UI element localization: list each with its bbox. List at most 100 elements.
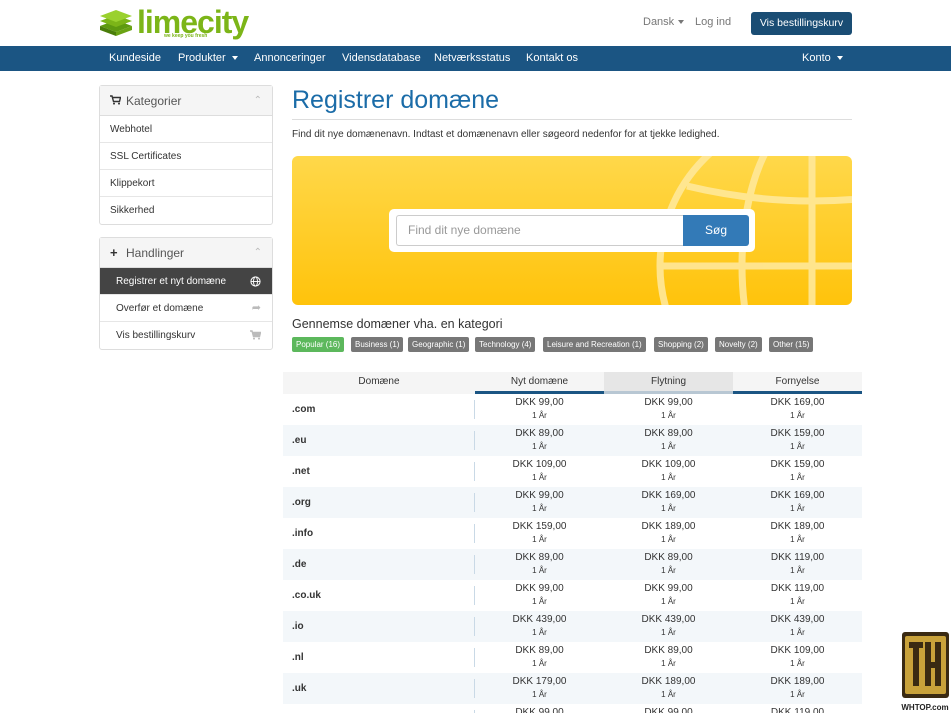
period-label: 1 År [790,628,805,637]
nav-produkter[interactable]: Produkter [178,46,238,71]
top-header: limecity we keep you fresh Dansk Log ind… [0,0,951,46]
categories-title: Kategorier [126,94,182,108]
price-renew: DKK 159,00 [770,459,825,470]
price-transfer-cell: DKK 439,00 1 År [604,614,733,640]
category-novelty[interactable]: Novelty (2) [715,337,762,352]
category-technology[interactable]: Technology (4) [475,337,536,352]
price-renew-cell: DKK 439,00 1 År [733,614,862,640]
tld-name[interactable]: .com [292,394,315,425]
price-transfer: DKK 89,00 [644,645,693,656]
cart-icon [250,322,262,349]
logo-stack-icon [100,10,132,36]
category-other[interactable]: Other (15) [769,337,814,352]
price-new-cell: DKK 439,00 1 År [475,614,604,640]
column-header-new[interactable]: Nyt domæne [475,372,604,394]
sidebar-item-ssl-certificates[interactable]: SSL Certificates [100,143,272,170]
price-renew: DKK 189,00 [770,521,825,532]
price-new: DKK 99,00 [515,397,564,408]
tld-name[interactable]: .org [292,487,311,518]
price-renew: DKK 109,00 [770,645,825,656]
tld-name[interactable]: .io [292,611,304,642]
price-new: DKK 89,00 [515,552,564,563]
column-header-renew[interactable]: Fornyelse [733,372,862,394]
tld-name[interactable]: .nl [292,642,304,673]
column-header-transfer[interactable]: Flytning [604,372,733,394]
table-row: .uk DKK 179,00 1 År DKK 189,00 1 År DKK 189,0… [283,673,862,704]
chevron-up-icon[interactable]: ⌃ [254,238,262,268]
price-transfer-cell: DKK 169,00 1 År [604,490,733,516]
period-label: 1 År [790,411,805,420]
category-geographic[interactable]: Geographic (1) [408,337,470,352]
price-transfer: DKK 189,00 [641,521,696,532]
category-business[interactable]: Business (1) [351,337,404,352]
view-cart-button[interactable]: Vis bestillingskurv [751,12,852,35]
period-label: 1 År [661,628,676,637]
price-new-cell: DKK 89,00 1 År [475,645,604,671]
price-transfer: DKK 89,00 [644,552,693,563]
categories-panel-header[interactable]: Kategorier ⌃ [100,86,272,116]
column-header-domain[interactable]: Domæne [283,372,475,394]
price-renew: DKK 169,00 [770,490,825,501]
tld-name[interactable]: .de [292,549,306,580]
price-transfer: DKK 89,00 [644,428,693,439]
period-label: 1 År [532,504,547,513]
sidebar-item-register-domain[interactable]: Registrer et nyt domæne [100,268,272,295]
language-selector[interactable]: Dansk [643,16,685,28]
actions-panel-header[interactable]: + Handlinger ⌃ [100,238,272,268]
search-button[interactable]: Søg [683,215,749,246]
nav-konto[interactable]: Konto [802,46,843,71]
sidebar-item-transfer-domain[interactable]: Overfør et domæne ➦ [100,295,272,322]
price-new: DKK 159,00 [512,521,567,532]
tld-name[interactable]: .eu [292,425,306,456]
table-row: .io DKK 439,00 1 År DKK 439,00 1 År DKK 439,0… [283,611,862,642]
price-new: DKK 99,00 [515,490,564,501]
sidebar-item-view-cart[interactable]: Vis bestillingskurv [100,322,272,349]
price-renew-cell: DKK 189,00 1 År [733,676,862,702]
login-link[interactable]: Log ind [695,16,731,28]
price-new: DKK 179,00 [512,676,567,687]
nav-produkter-label: Produkter [178,52,226,64]
period-label: 1 År [532,473,547,482]
limecity-logo[interactable]: limecity we keep you fresh [98,4,249,42]
tld-name[interactable]: .info [292,518,313,549]
nav-netvaerksstatus[interactable]: Netværksstatus [434,46,510,71]
price-transfer-cell: DKK 189,00 1 År [604,521,733,547]
domain-search-input[interactable]: Find dit nye domæne [396,215,684,246]
period-label: 1 År [532,442,547,451]
table-row: .net DKK 109,00 1 År DKK 109,00 1 År DKK 159,… [283,456,862,487]
main-navbar: Kundeside Produkter Annonceringer Videns… [0,46,951,71]
browse-categories-title: Gennemse domæner vha. en kategori [292,317,503,331]
price-renew-cell: DKK 119,00 1 År [733,583,862,609]
nav-vidensdatabase[interactable]: Vidensdatabase [342,46,421,71]
price-transfer-cell: DKK 189,00 1 År [604,676,733,702]
price-renew: DKK 159,00 [770,428,825,439]
sidebar-item-webhotel[interactable]: Webhotel [100,116,272,143]
period-label: 1 År [661,442,676,451]
price-transfer-cell: DKK 99,00 1 År [604,397,733,423]
logo-tagline: we keep you fresh [164,33,208,39]
price-new: DKK 439,00 [512,614,567,625]
price-new-cell: DKK 159,00 1 År [475,521,604,547]
period-label: 1 År [661,690,676,699]
table-row: .eu DKK 89,00 1 År DKK 89,00 1 År DKK 159,00 1… [283,425,862,456]
chevron-up-icon[interactable]: ⌃ [254,86,262,116]
nav-kontakt-os[interactable]: Kontakt os [526,46,578,71]
tld-name[interactable]: .co.uk [292,580,321,611]
nav-kundeside[interactable]: Kundeside [109,46,161,71]
sidebar-item-klippekort[interactable]: Klippekort [100,170,272,197]
sidebar-item-label: Overfør et domæne [116,303,204,314]
nav-annonceringer[interactable]: Annonceringer [254,46,326,71]
category-shopping[interactable]: Shopping (2) [654,337,708,352]
table-row: .de DKK 89,00 1 År DKK 89,00 1 År DKK 119,00 1… [283,549,862,580]
chevron-down-icon [678,20,685,25]
tld-name[interactable]: .uk [292,673,306,704]
sidebar-item-sikkerhed[interactable]: Sikkerhed [100,197,272,224]
tld-name[interactable]: .net [292,456,310,487]
table-row: .info DKK 159,00 1 År DKK 189,00 1 År DKK 189… [283,518,862,549]
category-leisure-recreation[interactable]: Leisure and Recreation (1) [543,337,646,352]
category-popular[interactable]: Popular (16) [292,337,345,352]
period-label: 1 År [661,411,676,420]
period-label: 1 År [790,504,805,513]
price-new-cell: DKK 179,00 1 År [475,676,604,702]
price-renew: DKK 119,00 [770,583,825,594]
